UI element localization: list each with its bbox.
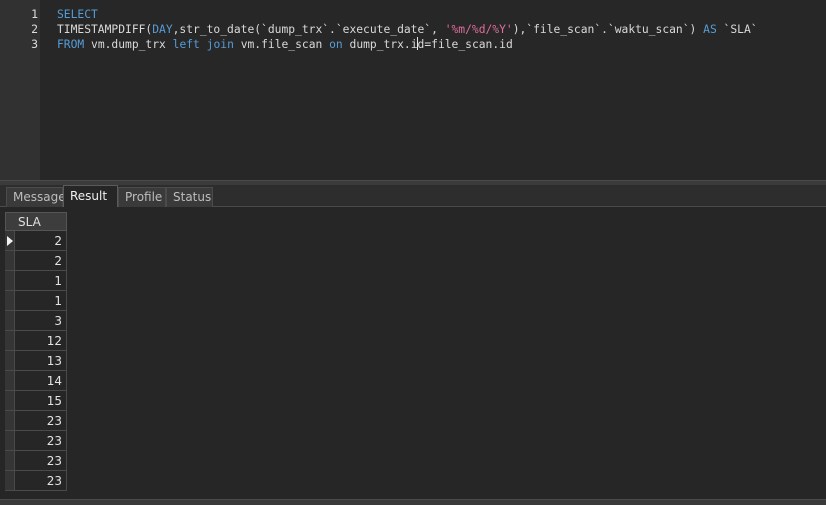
- keyword-left: left: [172, 38, 200, 51]
- table-row[interactable]: 14: [5, 371, 67, 391]
- current-row-arrow-icon: [7, 236, 13, 246]
- table-row[interactable]: 1: [5, 291, 67, 311]
- function-name: TIMESTAMPDIFF(: [57, 23, 153, 36]
- code-text: ),`file_scan`.`waktu_scan`): [512, 23, 704, 36]
- table-row[interactable]: 3: [5, 311, 67, 331]
- string-literal: '%m/%d/%Y': [444, 23, 513, 36]
- row-indicator[interactable]: [5, 251, 15, 271]
- code-text: vm.file_scan: [233, 38, 330, 51]
- keyword-on: on: [329, 38, 343, 51]
- table-row[interactable]: 15: [5, 391, 67, 411]
- row-indicator[interactable]: [5, 291, 15, 311]
- sla-cell[interactable]: 23: [15, 431, 67, 451]
- code-text: dump_trx.i: [342, 38, 418, 51]
- sla-cell[interactable]: 23: [15, 471, 67, 491]
- tab-message[interactable]: Message: [6, 187, 66, 207]
- row-indicator[interactable]: [5, 451, 15, 471]
- row-indicator[interactable]: [5, 411, 15, 431]
- table-row[interactable]: 2: [5, 251, 67, 271]
- row-indicator[interactable]: [5, 271, 15, 291]
- column-header-sla[interactable]: SLA: [5, 212, 67, 231]
- row-indicator[interactable]: [5, 311, 15, 331]
- sla-cell[interactable]: 14: [15, 371, 67, 391]
- code-line-1[interactable]: SELECT: [57, 7, 98, 22]
- table-row[interactable]: 13: [5, 351, 67, 371]
- column-alias: `SLA`: [716, 23, 758, 36]
- table-row[interactable]: 12: [5, 331, 67, 351]
- sla-cell[interactable]: 13: [15, 351, 67, 371]
- result-tab-bar: Message Result 1 Profile Status: [0, 185, 826, 223]
- sla-cell[interactable]: 12: [15, 331, 67, 351]
- table-row[interactable]: 23: [5, 451, 67, 471]
- sla-cell[interactable]: 1: [15, 271, 67, 291]
- tab-result-1[interactable]: Result 1: [63, 185, 118, 223]
- line-number-gutter: 1 2 3: [0, 0, 40, 180]
- sla-cell[interactable]: 2: [15, 251, 67, 271]
- row-indicator[interactable]: [5, 351, 15, 371]
- tab-status[interactable]: Status: [166, 187, 213, 207]
- row-indicator[interactable]: [5, 391, 15, 411]
- row-indicator[interactable]: [5, 471, 15, 491]
- table-row[interactable]: 23: [5, 471, 67, 491]
- sla-cell[interactable]: 3: [15, 311, 67, 331]
- keyword-day: DAY: [152, 23, 173, 36]
- sql-editor[interactable]: 1 2 3 SELECT TIMESTAMPDIFF(DAY,str_to_da…: [0, 0, 826, 180]
- status-bar: [0, 499, 826, 505]
- code-line-3[interactable]: FROM vm.dump_trx left join vm.file_scan …: [57, 37, 513, 52]
- code-text: d=file_scan.id: [417, 38, 513, 51]
- result-grid[interactable]: SLA 2 2 1 1 3 12 13 14 15 23 23 23 23: [0, 207, 826, 499]
- line-number: 2: [31, 22, 38, 36]
- table-row[interactable]: 2: [5, 231, 67, 251]
- keyword-from: FROM: [57, 38, 85, 51]
- sla-cell[interactable]: 23: [15, 451, 67, 471]
- sla-cell[interactable]: 2: [15, 231, 67, 251]
- sla-cell[interactable]: 1: [15, 291, 67, 311]
- tab-profile[interactable]: Profile: [118, 187, 166, 207]
- code-line-2[interactable]: TIMESTAMPDIFF(DAY,str_to_date(`dump_trx`…: [57, 22, 758, 37]
- row-indicator[interactable]: [5, 431, 15, 451]
- code-text: ,str_to_date(`dump_trx`.`execute_date`,: [172, 23, 445, 36]
- line-number: 1: [31, 7, 38, 21]
- row-indicator[interactable]: [5, 371, 15, 391]
- keyword-join: join: [206, 38, 234, 51]
- code-text: vm.dump_trx: [84, 38, 173, 51]
- line-number: 3: [31, 37, 38, 51]
- table-row[interactable]: 23: [5, 431, 67, 451]
- row-indicator[interactable]: [5, 231, 15, 251]
- keyword-as: AS: [703, 23, 717, 36]
- keyword-select: SELECT: [57, 8, 98, 21]
- sla-cell[interactable]: 15: [15, 391, 67, 411]
- query-window: 1 2 3 SELECT TIMESTAMPDIFF(DAY,str_to_da…: [0, 0, 826, 505]
- table-row[interactable]: 23: [5, 411, 67, 431]
- sla-cell[interactable]: 23: [15, 411, 67, 431]
- row-indicator[interactable]: [5, 331, 15, 351]
- table-row[interactable]: 1: [5, 271, 67, 291]
